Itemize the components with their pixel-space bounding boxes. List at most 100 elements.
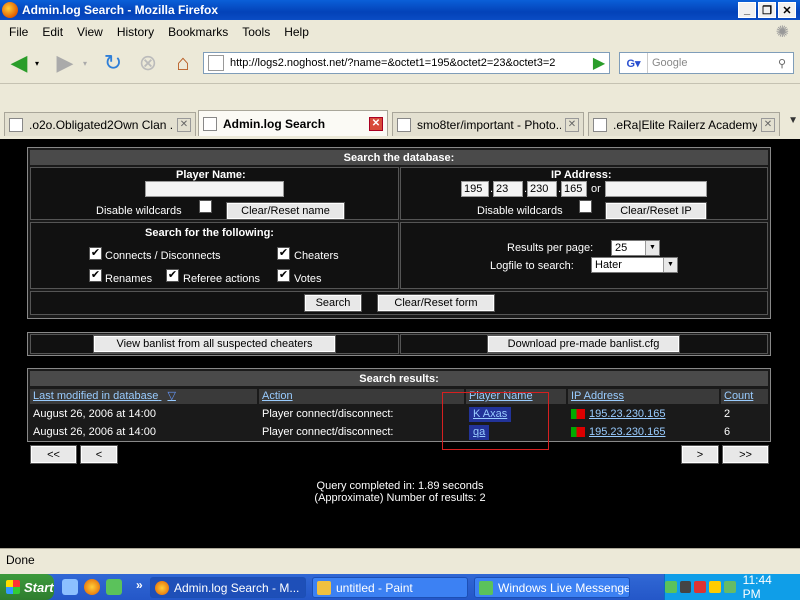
first-page-button[interactable]: << (30, 445, 77, 464)
row1-ip[interactable]: 195.23.230.165 (568, 407, 719, 422)
votes-label: Votes (294, 273, 322, 285)
ip-link[interactable]: 195.23.230.165 (589, 408, 665, 420)
renames-checkbox[interactable]: ✔ (89, 269, 102, 282)
page-content: Search the database: Player Name: Disabl… (0, 139, 800, 548)
octet4-input[interactable]: 165 (561, 181, 587, 197)
menu-help[interactable]: Help (277, 25, 316, 39)
disable-wildcards-name-checkbox[interactable] (199, 200, 212, 213)
tab-obligated2own[interactable]: .o2o.Obligated2Own Clan ... ✕ (4, 112, 196, 136)
octet3-input[interactable]: 230 (527, 181, 557, 197)
ip-link[interactable]: 195.23.230.165 (589, 426, 665, 438)
clear-ip-button[interactable]: Clear/Reset IP (605, 202, 707, 220)
download-banlist-button[interactable]: Download pre-made banlist.cfg (487, 335, 680, 353)
search-icon[interactable]: ⚲ (771, 57, 793, 70)
close-tab-icon[interactable]: ✕ (761, 117, 775, 132)
tab-elite-railerz[interactable]: .eRa|Elite Railerz Academy... ✕ (588, 112, 780, 136)
close-button[interactable]: ✕ (778, 2, 796, 18)
paint-icon (317, 580, 331, 595)
menu-view[interactable]: View (70, 25, 110, 39)
prev-page-button[interactable]: < (80, 445, 118, 464)
network-tray-icon[interactable] (679, 581, 692, 593)
menu-bookmarks[interactable]: Bookmarks (161, 25, 235, 39)
page-icon (593, 117, 607, 132)
page-favicon (208, 55, 224, 71)
ip-address-label: IP Address: (551, 169, 612, 181)
clear-name-button[interactable]: Clear/Reset name (226, 202, 345, 220)
view-banlist-button[interactable]: View banlist from all suspected cheaters (93, 335, 336, 353)
status-bar: Done (0, 548, 800, 570)
start-button[interactable]: Start (0, 574, 54, 600)
menu-tools[interactable]: Tools (235, 25, 277, 39)
title-bar: Admin.log Search - Mozilla Firefox _ ❐ ✕ (0, 0, 800, 20)
referee-actions-checkbox[interactable]: ✔ (166, 269, 179, 282)
connects-checkbox[interactable]: ✔ (89, 247, 102, 260)
back-history-icon[interactable]: ▾ (30, 50, 44, 76)
next-page-button[interactable]: > (681, 445, 719, 464)
column-count[interactable]: Count (721, 389, 768, 404)
go-button[interactable]: ▶ (590, 54, 608, 72)
update-tray-icon[interactable] (723, 581, 736, 593)
results-per-page-select[interactable]: 25 ▼ (611, 240, 660, 256)
octet1-input[interactable]: 195 (461, 181, 489, 197)
menu-edit[interactable]: Edit (35, 25, 70, 39)
back-button[interactable]: ◀ (6, 50, 32, 76)
quicklaunch-overflow-icon[interactable]: » (136, 578, 143, 592)
column-action[interactable]: Action (259, 389, 464, 404)
last-page-button[interactable]: >> (722, 445, 769, 464)
windows-logo-icon (6, 580, 20, 594)
ip-alt-input[interactable] (605, 181, 707, 197)
reload-button[interactable]: ↻ (100, 50, 126, 76)
search-header: Search the database: (30, 150, 768, 165)
player-name-input[interactable] (145, 181, 284, 197)
disable-wildcards-label: Disable wildcards (96, 205, 182, 217)
cheaters-checkbox[interactable]: ✔ (277, 247, 290, 260)
votes-checkbox[interactable]: ✔ (277, 269, 290, 282)
volume-tray-icon[interactable] (709, 581, 721, 593)
home-button[interactable]: ⌂ (170, 50, 196, 76)
logfile-select[interactable]: Hater ▼ (591, 257, 678, 273)
octet2-input[interactable]: 23 (493, 181, 523, 197)
show-desktop-icon[interactable] (62, 579, 78, 595)
flag-icon (571, 427, 585, 438)
clear-form-button[interactable]: Clear/Reset form (377, 294, 495, 312)
player-name-label: Player Name: (176, 169, 246, 181)
referee-actions-label: Referee actions (183, 273, 261, 285)
menu-file[interactable]: File (2, 25, 35, 39)
url-bar[interactable]: http://logs2.noghost.net/?name=&octet1=1… (203, 52, 610, 74)
close-tab-icon[interactable]: ✕ (369, 116, 383, 131)
tab-admin-log-search[interactable]: Admin.log Search ✕ (198, 110, 388, 136)
connects-label: Connects / Disconnects (105, 250, 221, 262)
forward-button[interactable]: ▶ (52, 50, 78, 76)
search-button[interactable]: Search (304, 294, 362, 312)
clock: 11:44 PM (742, 573, 772, 600)
forward-history-icon[interactable]: ▾ (78, 50, 92, 76)
close-tab-icon[interactable]: ✕ (565, 117, 579, 132)
task-paint[interactable]: untitled - Paint (312, 577, 468, 598)
task-messenger[interactable]: Windows Live Messenger (474, 577, 630, 598)
tab-label: .o2o.Obligated2Own Clan ... (29, 117, 173, 132)
google-icon[interactable]: G▾ (620, 53, 648, 73)
row2-ip[interactable]: 195.23.230.165 (568, 425, 719, 440)
antivirus-tray-icon[interactable] (694, 581, 707, 593)
column-ip-address[interactable]: IP Address (568, 389, 719, 404)
window-title: Admin.log Search - Mozilla Firefox (22, 3, 219, 17)
url-text: http://logs2.noghost.net/?name=&octet1=1… (230, 57, 556, 69)
stop-button[interactable]: ⊗ (135, 50, 161, 76)
close-tab-icon[interactable]: ✕ (177, 117, 191, 132)
search-bar[interactable]: G▾ Google ⚲ (619, 52, 794, 74)
messenger-tray-icon[interactable] (664, 581, 677, 593)
task-firefox[interactable]: Admin.log Search - M... (150, 577, 306, 598)
tab-photobucket[interactable]: smo8ter/important - Photo... ✕ (392, 112, 584, 136)
column-last-modified[interactable]: Last modified in database ▽ (30, 389, 257, 404)
minimize-button[interactable]: _ (738, 2, 756, 18)
task-label: Windows Live Messenger (498, 580, 630, 595)
firefox-quicklaunch-icon[interactable] (84, 579, 100, 595)
disable-wildcards-ip-checkbox[interactable] (579, 200, 592, 213)
settings-cell (400, 222, 768, 289)
search-placeholder: Google (652, 57, 688, 69)
menu-history[interactable]: History (110, 25, 161, 39)
throbber-icon: ✺ (775, 24, 789, 41)
messenger-quicklaunch-icon[interactable] (106, 579, 122, 595)
maximize-button[interactable]: ❐ (758, 2, 776, 18)
tab-list-icon[interactable]: ▼ (788, 115, 798, 126)
